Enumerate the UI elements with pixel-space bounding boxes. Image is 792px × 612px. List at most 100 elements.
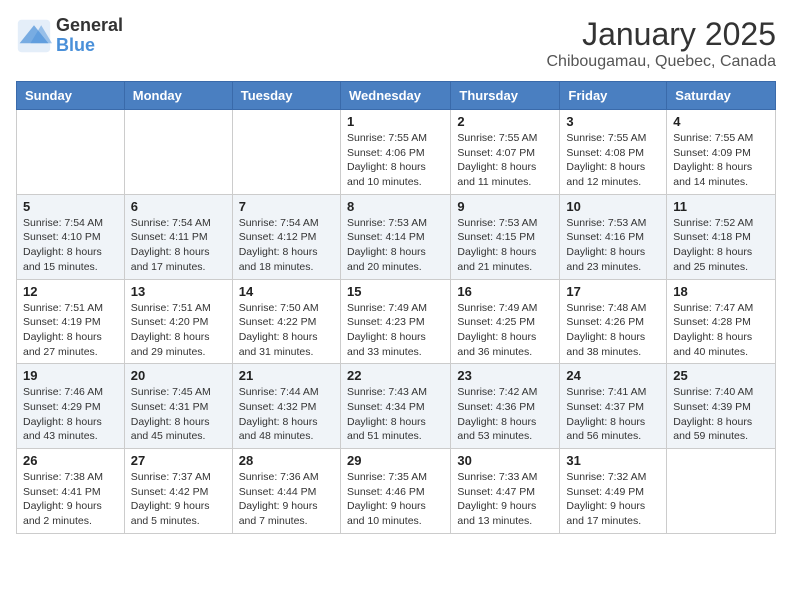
- day-number: 13: [131, 284, 226, 299]
- calendar-cell: 2 Sunrise: 7:55 AM Sunset: 4:07 PM Daylig…: [451, 110, 560, 195]
- day-info: Sunrise: 7:36 AM Sunset: 4:44 PM Dayligh…: [239, 470, 334, 529]
- day-info: Sunrise: 7:55 AM Sunset: 4:09 PM Dayligh…: [673, 131, 769, 190]
- day-number: 28: [239, 453, 334, 468]
- day-number: 3: [566, 114, 660, 129]
- day-info: Sunrise: 7:41 AM Sunset: 4:37 PM Dayligh…: [566, 385, 660, 444]
- title-section: January 2025 Chibougamau, Quebec, Canada: [547, 16, 777, 71]
- day-number: 2: [457, 114, 553, 129]
- day-info: Sunrise: 7:55 AM Sunset: 4:07 PM Dayligh…: [457, 131, 553, 190]
- calendar-cell: 29 Sunrise: 7:35 AM Sunset: 4:46 PM Dayli…: [340, 449, 450, 534]
- day-number: 30: [457, 453, 553, 468]
- calendar-week-row: 12 Sunrise: 7:51 AM Sunset: 4:19 PM Dayli…: [17, 279, 776, 364]
- calendar-cell: 21 Sunrise: 7:44 AM Sunset: 4:32 PM Dayli…: [232, 364, 340, 449]
- day-info: Sunrise: 7:45 AM Sunset: 4:31 PM Dayligh…: [131, 385, 226, 444]
- day-info: Sunrise: 7:54 AM Sunset: 4:12 PM Dayligh…: [239, 216, 334, 275]
- day-number: 17: [566, 284, 660, 299]
- day-info: Sunrise: 7:49 AM Sunset: 4:25 PM Dayligh…: [457, 301, 553, 360]
- day-info: Sunrise: 7:35 AM Sunset: 4:46 PM Dayligh…: [347, 470, 444, 529]
- day-number: 23: [457, 368, 553, 383]
- day-info: Sunrise: 7:42 AM Sunset: 4:36 PM Dayligh…: [457, 385, 553, 444]
- calendar-week-row: 1 Sunrise: 7:55 AM Sunset: 4:06 PM Daylig…: [17, 110, 776, 195]
- day-info: Sunrise: 7:47 AM Sunset: 4:28 PM Dayligh…: [673, 301, 769, 360]
- column-header-wednesday: Wednesday: [340, 82, 450, 110]
- day-info: Sunrise: 7:53 AM Sunset: 4:16 PM Dayligh…: [566, 216, 660, 275]
- column-header-monday: Monday: [124, 82, 232, 110]
- calendar-cell: [124, 110, 232, 195]
- calendar-cell: 3 Sunrise: 7:55 AM Sunset: 4:08 PM Daylig…: [560, 110, 667, 195]
- day-info: Sunrise: 7:44 AM Sunset: 4:32 PM Dayligh…: [239, 385, 334, 444]
- calendar-cell: 23 Sunrise: 7:42 AM Sunset: 4:36 PM Dayli…: [451, 364, 560, 449]
- day-info: Sunrise: 7:55 AM Sunset: 4:08 PM Dayligh…: [566, 131, 660, 190]
- day-info: Sunrise: 7:32 AM Sunset: 4:49 PM Dayligh…: [566, 470, 660, 529]
- calendar-cell: 13 Sunrise: 7:51 AM Sunset: 4:20 PM Dayli…: [124, 279, 232, 364]
- day-info: Sunrise: 7:50 AM Sunset: 4:22 PM Dayligh…: [239, 301, 334, 360]
- calendar-cell: 15Sunrise: 7:49 AM Sunset: 4:23 PM Dayli…: [340, 279, 450, 364]
- calendar-week-row: 19 Sunrise: 7:46 AM Sunset: 4:29 PM Dayli…: [17, 364, 776, 449]
- day-number: 9: [457, 199, 553, 214]
- day-number: 5: [23, 199, 118, 214]
- calendar-header-row: SundayMondayTuesdayWednesdayThursdayFrid…: [17, 82, 776, 110]
- day-info: Sunrise: 7:53 AM Sunset: 4:15 PM Dayligh…: [457, 216, 553, 275]
- day-info: Sunrise: 7:51 AM Sunset: 4:19 PM Dayligh…: [23, 301, 118, 360]
- calendar-week-row: 26Sunrise: 7:38 AM Sunset: 4:41 PM Dayli…: [17, 449, 776, 534]
- calendar-cell: 10 Sunrise: 7:53 AM Sunset: 4:16 PM Dayli…: [560, 194, 667, 279]
- day-number: 14: [239, 284, 334, 299]
- day-info: Sunrise: 7:55 AM Sunset: 4:06 PM Dayligh…: [347, 131, 444, 190]
- logo-icon: [16, 18, 52, 54]
- calendar-cell: 6Sunrise: 7:54 AM Sunset: 4:11 PM Daylig…: [124, 194, 232, 279]
- day-info: Sunrise: 7:40 AM Sunset: 4:39 PM Dayligh…: [673, 385, 769, 444]
- logo-general: General: [56, 16, 123, 36]
- day-number: 19: [23, 368, 118, 383]
- day-info: Sunrise: 7:54 AM Sunset: 4:10 PM Dayligh…: [23, 216, 118, 275]
- location-title: Chibougamau, Quebec, Canada: [547, 53, 777, 71]
- calendar-cell: 22Sunrise: 7:43 AM Sunset: 4:34 PM Dayli…: [340, 364, 450, 449]
- day-info: Sunrise: 7:54 AM Sunset: 4:11 PM Dayligh…: [131, 216, 226, 275]
- day-info: Sunrise: 7:52 AM Sunset: 4:18 PM Dayligh…: [673, 216, 769, 275]
- calendar-cell: 11Sunrise: 7:52 AM Sunset: 4:18 PM Dayli…: [667, 194, 776, 279]
- column-header-tuesday: Tuesday: [232, 82, 340, 110]
- page-header: General Blue January 2025 Chibougamau, Q…: [16, 16, 776, 71]
- calendar-cell: 20 Sunrise: 7:45 AM Sunset: 4:31 PM Dayli…: [124, 364, 232, 449]
- day-number: 8: [347, 199, 444, 214]
- day-number: 1: [347, 114, 444, 129]
- day-number: 7: [239, 199, 334, 214]
- calendar-cell: 14 Sunrise: 7:50 AM Sunset: 4:22 PM Dayli…: [232, 279, 340, 364]
- calendar-cell: 26Sunrise: 7:38 AM Sunset: 4:41 PM Dayli…: [17, 449, 125, 534]
- calendar-cell: 30 Sunrise: 7:33 AM Sunset: 4:47 PM Dayli…: [451, 449, 560, 534]
- day-info: Sunrise: 7:49 AM Sunset: 4:23 PM Dayligh…: [347, 301, 444, 360]
- column-header-thursday: Thursday: [451, 82, 560, 110]
- calendar-cell: 1 Sunrise: 7:55 AM Sunset: 4:06 PM Daylig…: [340, 110, 450, 195]
- calendar-cell: 5 Sunrise: 7:54 AM Sunset: 4:10 PM Daylig…: [17, 194, 125, 279]
- column-header-friday: Friday: [560, 82, 667, 110]
- day-number: 29: [347, 453, 444, 468]
- calendar-cell: 24 Sunrise: 7:41 AM Sunset: 4:37 PM Dayli…: [560, 364, 667, 449]
- calendar-cell: 31Sunrise: 7:32 AM Sunset: 4:49 PM Dayli…: [560, 449, 667, 534]
- day-info: Sunrise: 7:33 AM Sunset: 4:47 PM Dayligh…: [457, 470, 553, 529]
- day-number: 10: [566, 199, 660, 214]
- day-info: Sunrise: 7:43 AM Sunset: 4:34 PM Dayligh…: [347, 385, 444, 444]
- day-number: 12: [23, 284, 118, 299]
- calendar-cell: 16 Sunrise: 7:49 AM Sunset: 4:25 PM Dayli…: [451, 279, 560, 364]
- month-title: January 2025: [547, 16, 777, 53]
- calendar-cell: 27 Sunrise: 7:37 AM Sunset: 4:42 PM Dayli…: [124, 449, 232, 534]
- day-number: 21: [239, 368, 334, 383]
- day-number: 16: [457, 284, 553, 299]
- calendar-cell: [232, 110, 340, 195]
- calendar-cell: 28 Sunrise: 7:36 AM Sunset: 4:44 PM Dayli…: [232, 449, 340, 534]
- calendar-cell: [17, 110, 125, 195]
- day-info: Sunrise: 7:46 AM Sunset: 4:29 PM Dayligh…: [23, 385, 118, 444]
- calendar-cell: 7 Sunrise: 7:54 AM Sunset: 4:12 PM Daylig…: [232, 194, 340, 279]
- day-number: 27: [131, 453, 226, 468]
- day-info: Sunrise: 7:51 AM Sunset: 4:20 PM Dayligh…: [131, 301, 226, 360]
- logo-text: General Blue: [56, 16, 123, 56]
- day-info: Sunrise: 7:37 AM Sunset: 4:42 PM Dayligh…: [131, 470, 226, 529]
- calendar-cell: 19 Sunrise: 7:46 AM Sunset: 4:29 PM Dayli…: [17, 364, 125, 449]
- calendar-cell: [667, 449, 776, 534]
- day-number: 24: [566, 368, 660, 383]
- day-info: Sunrise: 7:53 AM Sunset: 4:14 PM Dayligh…: [347, 216, 444, 275]
- calendar-cell: 4Sunrise: 7:55 AM Sunset: 4:09 PM Daylig…: [667, 110, 776, 195]
- calendar-table: SundayMondayTuesdayWednesdayThursdayFrid…: [16, 81, 776, 534]
- day-info: Sunrise: 7:38 AM Sunset: 4:41 PM Dayligh…: [23, 470, 118, 529]
- day-number: 20: [131, 368, 226, 383]
- day-number: 25: [673, 368, 769, 383]
